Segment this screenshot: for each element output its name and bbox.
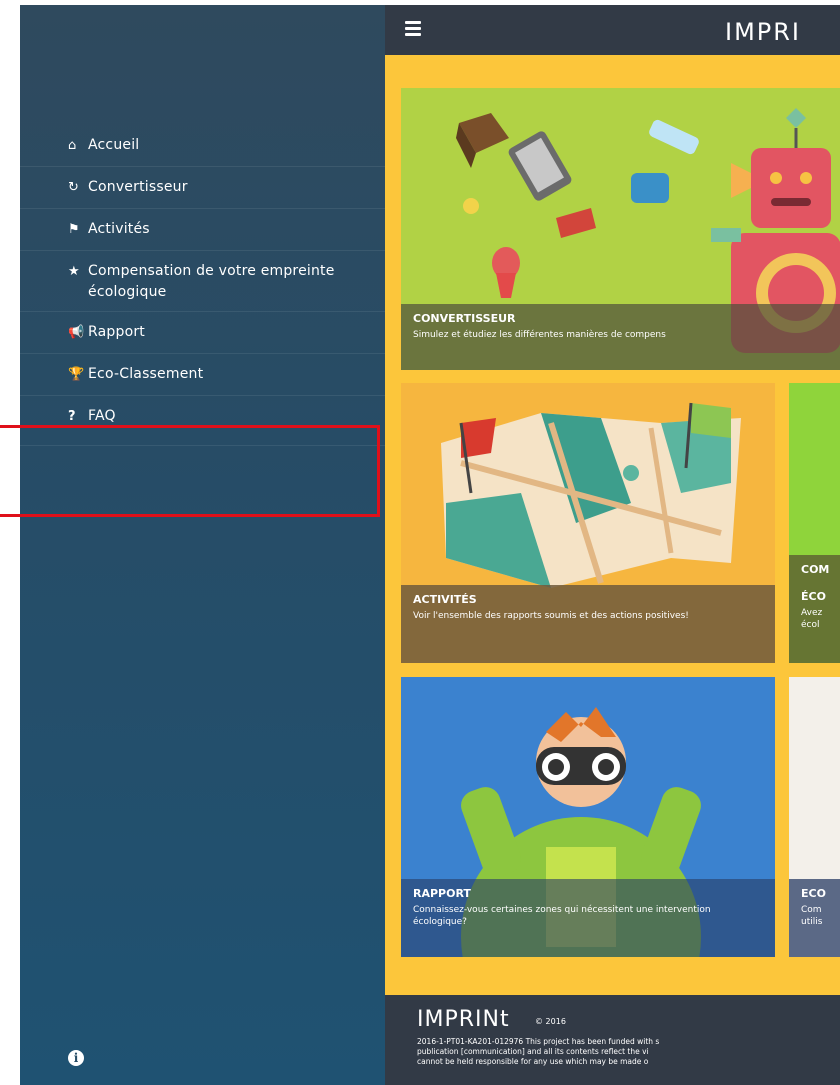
sidebar-item-eco-classement[interactable]: 🏆 Eco-Classement bbox=[20, 354, 385, 396]
card-title: CONVERTISSEUR bbox=[413, 312, 516, 325]
card-caption: COM ÉCO Avez écol bbox=[789, 555, 840, 663]
flag-icon: ⚑ bbox=[68, 222, 80, 237]
card-caption: ECO Com utilis bbox=[789, 879, 840, 957]
brand-title: IMPRI bbox=[725, 18, 802, 46]
card-title: ECO bbox=[801, 887, 826, 900]
footer-legal: 2016-1-PT01-KA201-012976 This project ha… bbox=[417, 1037, 840, 1067]
sidebar: ⌂ Accueil ↻ Convertisseur ⚑ Activités ★ … bbox=[20, 5, 385, 1085]
card-title: RAPPORT bbox=[413, 887, 471, 900]
footer: IMPRINt © 2016 2016-1-PT01-KA201-012976 … bbox=[385, 995, 840, 1085]
sidebar-nav: ⌂ Accueil ↻ Convertisseur ⚑ Activités ★ … bbox=[20, 125, 385, 446]
sidebar-item-label: Activités bbox=[88, 221, 150, 237]
sidebar-item-compensation[interactable]: ★ Compensation de votre empreinte écolog… bbox=[20, 251, 385, 312]
card-activites[interactable]: ACTIVITÉS Voir l'ensemble des rapports s… bbox=[401, 383, 775, 663]
sidebar-item-rapport[interactable]: 📢 Rapport bbox=[20, 312, 385, 354]
star-icon: ★ bbox=[68, 264, 80, 279]
sidebar-item-accueil[interactable]: ⌂ Accueil bbox=[20, 125, 385, 167]
sidebar-item-label: Eco-Classement bbox=[88, 366, 204, 382]
sidebar-item-label: FAQ bbox=[88, 408, 116, 424]
main-content: IMPRI CONVERTISSEUR Simulez et étudiez l… bbox=[385, 5, 840, 1085]
legal-line: 2016-1-PT01-KA201-012976 This project ha… bbox=[417, 1037, 660, 1046]
top-bar: IMPRI bbox=[385, 5, 840, 55]
legal-line: publication [communication] and all its … bbox=[417, 1047, 649, 1056]
card-description: Voir l'ensemble des rapports soumis et d… bbox=[413, 611, 689, 621]
card-description: Avez écol bbox=[801, 608, 823, 630]
question-icon: ? bbox=[68, 409, 76, 424]
card-eco-classement[interactable]: ECO Com utilis bbox=[789, 677, 840, 957]
card-rapport[interactable]: RAPPORT Connaissez-vous certaines zones … bbox=[401, 677, 775, 957]
card-description: Com utilis bbox=[801, 905, 823, 927]
card-convertisseur[interactable]: CONVERTISSEUR Simulez et étudiez les dif… bbox=[401, 88, 840, 370]
sidebar-item-convertisseur[interactable]: ↻ Convertisseur bbox=[20, 167, 385, 209]
card-description: Simulez et étudiez les différentes maniè… bbox=[413, 330, 666, 340]
card-subtitle: ÉCO bbox=[801, 590, 826, 603]
sidebar-item-label: Accueil bbox=[88, 137, 140, 153]
sidebar-item-label: Compensation de votre empreinte écologiq… bbox=[88, 263, 335, 300]
info-icon[interactable]: i bbox=[68, 1050, 84, 1066]
trophy-icon: 🏆 bbox=[68, 367, 85, 382]
card-caption: CONVERTISSEUR Simulez et étudiez les dif… bbox=[401, 304, 840, 370]
bullhorn-icon: 📢 bbox=[68, 325, 85, 340]
card-title: ACTIVITÉS bbox=[413, 593, 477, 606]
hamburger-menu-icon[interactable] bbox=[405, 21, 421, 36]
card-title: COM bbox=[801, 563, 830, 576]
footer-year: © 2016 bbox=[535, 1017, 566, 1026]
refresh-icon: ↻ bbox=[68, 180, 80, 195]
legal-line: cannot be held responsible for any use w… bbox=[417, 1057, 649, 1066]
card-caption: RAPPORT Connaissez-vous certaines zones … bbox=[401, 879, 775, 957]
sidebar-item-label: Rapport bbox=[88, 324, 145, 340]
card-description: Connaissez-vous certaines zones qui néce… bbox=[413, 905, 711, 927]
card-caption: ACTIVITÉS Voir l'ensemble des rapports s… bbox=[401, 585, 775, 663]
home-icon: ⌂ bbox=[68, 138, 77, 153]
footer-logo: IMPRINt bbox=[417, 1007, 510, 1032]
sidebar-item-label: Convertisseur bbox=[88, 179, 188, 195]
card-compensation[interactable]: COM ÉCO Avez écol bbox=[789, 383, 840, 663]
faq-highlight-box bbox=[0, 425, 380, 517]
sidebar-item-activites[interactable]: ⚑ Activités bbox=[20, 209, 385, 251]
